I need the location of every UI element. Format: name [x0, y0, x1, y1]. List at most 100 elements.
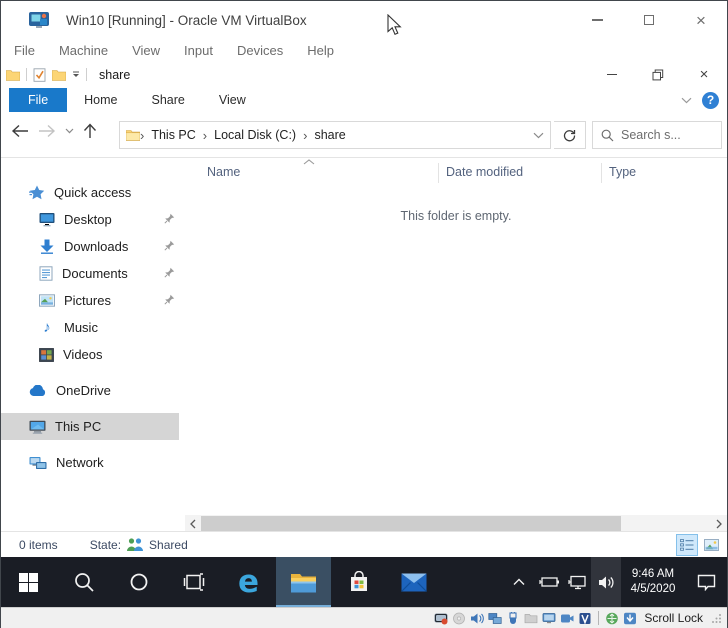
videos-icon — [39, 348, 54, 362]
start-button[interactable] — [1, 557, 56, 607]
location-folder-icon — [126, 129, 140, 141]
refresh-button[interactable] — [554, 121, 586, 149]
sidebar-item-downloads[interactable]: Downloads — [1, 233, 185, 260]
sidebar-item-music[interactable]: ♪ Music — [1, 314, 185, 341]
recent-locations-chevron-icon[interactable] — [65, 128, 74, 134]
action-center-button[interactable] — [685, 557, 727, 607]
tab-share[interactable]: Share — [135, 88, 202, 112]
vbox-maximize-button[interactable] — [623, 1, 675, 39]
optical-disk-status-icon[interactable] — [452, 612, 466, 625]
sidebar-item-videos[interactable]: Videos — [1, 341, 185, 368]
resize-grip-icon[interactable] — [711, 613, 722, 624]
folder-icon[interactable] — [6, 69, 20, 81]
usb-status-icon[interactable] — [506, 612, 520, 625]
column-divider[interactable] — [601, 163, 602, 183]
scroll-left-arrow[interactable] — [185, 515, 201, 532]
recording-status-icon[interactable] — [560, 612, 574, 625]
file-explorer-taskbar-button[interactable] — [276, 557, 331, 607]
vbox-menu-help[interactable]: Help — [295, 43, 346, 58]
thumbnail-view-button[interactable] — [700, 534, 722, 556]
vbox-close-button[interactable]: × — [675, 1, 727, 39]
column-header-name[interactable]: Name — [207, 165, 240, 179]
music-note-icon: ♪ — [39, 320, 55, 335]
up-button-icon[interactable] — [83, 123, 97, 139]
documents-icon — [39, 266, 53, 281]
vbox-menu-machine[interactable]: Machine — [47, 43, 120, 58]
vbox-menu-view[interactable]: View — [120, 43, 172, 58]
column-divider[interactable] — [438, 163, 439, 183]
task-view-button[interactable] — [166, 557, 221, 607]
vbox-titlebar: Win10 [Running] - Oracle VM VirtualBox × — [1, 1, 727, 39]
horizontal-scrollbar[interactable] — [185, 515, 727, 532]
scrollbar-thumb[interactable] — [201, 516, 621, 531]
tab-file[interactable]: File — [9, 88, 67, 112]
vbox-menu-file[interactable]: File — [1, 43, 47, 58]
shared-folders-status-icon[interactable] — [524, 612, 538, 625]
sidebar-item-pictures[interactable]: Pictures — [1, 287, 185, 314]
tray-volume-button[interactable] — [591, 557, 621, 607]
mail-envelope-icon — [401, 573, 427, 592]
column-header-type[interactable]: Type — [609, 165, 636, 179]
search-input[interactable] — [621, 128, 711, 142]
hard-disk-status-icon[interactable] — [434, 612, 448, 625]
empty-folder-message: This folder is empty. — [185, 209, 727, 223]
sidebar-item-network[interactable]: Network — [1, 449, 185, 476]
address-breadcrumb-bar[interactable]: › This PC › Local Disk (C:) › share — [119, 121, 551, 149]
explorer-minimize-button[interactable] — [589, 61, 635, 88]
help-glyph: ? — [707, 93, 714, 107]
forward-button-icon[interactable] — [38, 124, 56, 138]
new-folder-icon[interactable] — [52, 69, 66, 81]
sidebar-item-documents[interactable]: Documents — [1, 260, 185, 287]
tab-home[interactable]: Home — [67, 88, 134, 112]
keyboard-capture-status-icon[interactable] — [623, 612, 637, 625]
tab-view[interactable]: View — [202, 88, 263, 112]
sidebar-item-desktop[interactable]: Desktop — [1, 206, 185, 233]
scroll-right-arrow[interactable] — [711, 515, 727, 532]
network-status-icon[interactable] — [488, 612, 502, 625]
quick-access-toolbar: share — [1, 68, 130, 82]
sidebar-item-this-pc[interactable]: This PC — [1, 413, 179, 440]
state-label: State: — [90, 538, 121, 552]
ribbon-collapse-chevron-icon[interactable] — [681, 97, 692, 104]
maximize-icon — [644, 15, 654, 25]
address-dropdown-chevron-icon[interactable] — [533, 132, 544, 139]
tray-show-hidden-icons-button[interactable] — [503, 557, 535, 607]
help-button[interactable]: ? — [702, 92, 719, 109]
sidebar-item-quick-access[interactable]: Quick access — [1, 179, 185, 206]
vbox-statusbar: Scroll Lock — [1, 607, 727, 628]
edge-browser-button[interactable]: e — [221, 557, 276, 607]
clock-time: 9:46 AM — [632, 567, 674, 582]
details-view-button[interactable] — [676, 534, 698, 556]
statusbar-separator — [598, 611, 599, 625]
tray-network-button[interactable] — [563, 557, 591, 607]
vbox-menu-devices[interactable]: Devices — [225, 43, 295, 58]
store-taskbar-button[interactable] — [331, 557, 386, 607]
tray-clock[interactable]: 9:46 AM 4/5/2020 — [621, 557, 685, 607]
scroll-lock-indicator: Scroll Lock — [644, 611, 703, 625]
breadcrumb-local-disk-c[interactable]: Local Disk (C:) — [207, 128, 303, 142]
view-switcher — [676, 534, 722, 556]
back-button-icon[interactable] — [11, 124, 29, 138]
minimize-icon — [592, 19, 603, 21]
display-status-icon[interactable] — [542, 612, 556, 625]
vbox-menu-input[interactable]: Input — [172, 43, 225, 58]
close-icon: × — [700, 66, 709, 83]
taskbar-search-button[interactable] — [56, 557, 111, 607]
pictures-icon — [39, 294, 55, 307]
mouse-integration-status-icon[interactable] — [605, 612, 619, 625]
sidebar-item-onedrive[interactable]: OneDrive — [1, 377, 185, 404]
toolbar-dropdown-icon[interactable] — [72, 71, 80, 78]
properties-check-icon[interactable] — [33, 68, 46, 82]
breadcrumb-share[interactable]: share — [307, 128, 352, 142]
cortana-button[interactable] — [111, 557, 166, 607]
virtualization-status-icon[interactable] — [578, 612, 592, 625]
breadcrumb-this-pc[interactable]: This PC — [144, 128, 202, 142]
tray-battery-button[interactable] — [535, 557, 563, 607]
column-header-date-modified[interactable]: Date modified — [446, 165, 523, 179]
vbox-minimize-button[interactable] — [571, 1, 623, 39]
search-box[interactable] — [592, 121, 722, 149]
explorer-restore-button[interactable] — [635, 61, 681, 88]
mail-taskbar-button[interactable] — [386, 557, 441, 607]
audio-status-icon[interactable] — [470, 612, 484, 625]
explorer-close-button[interactable]: × — [681, 61, 727, 88]
